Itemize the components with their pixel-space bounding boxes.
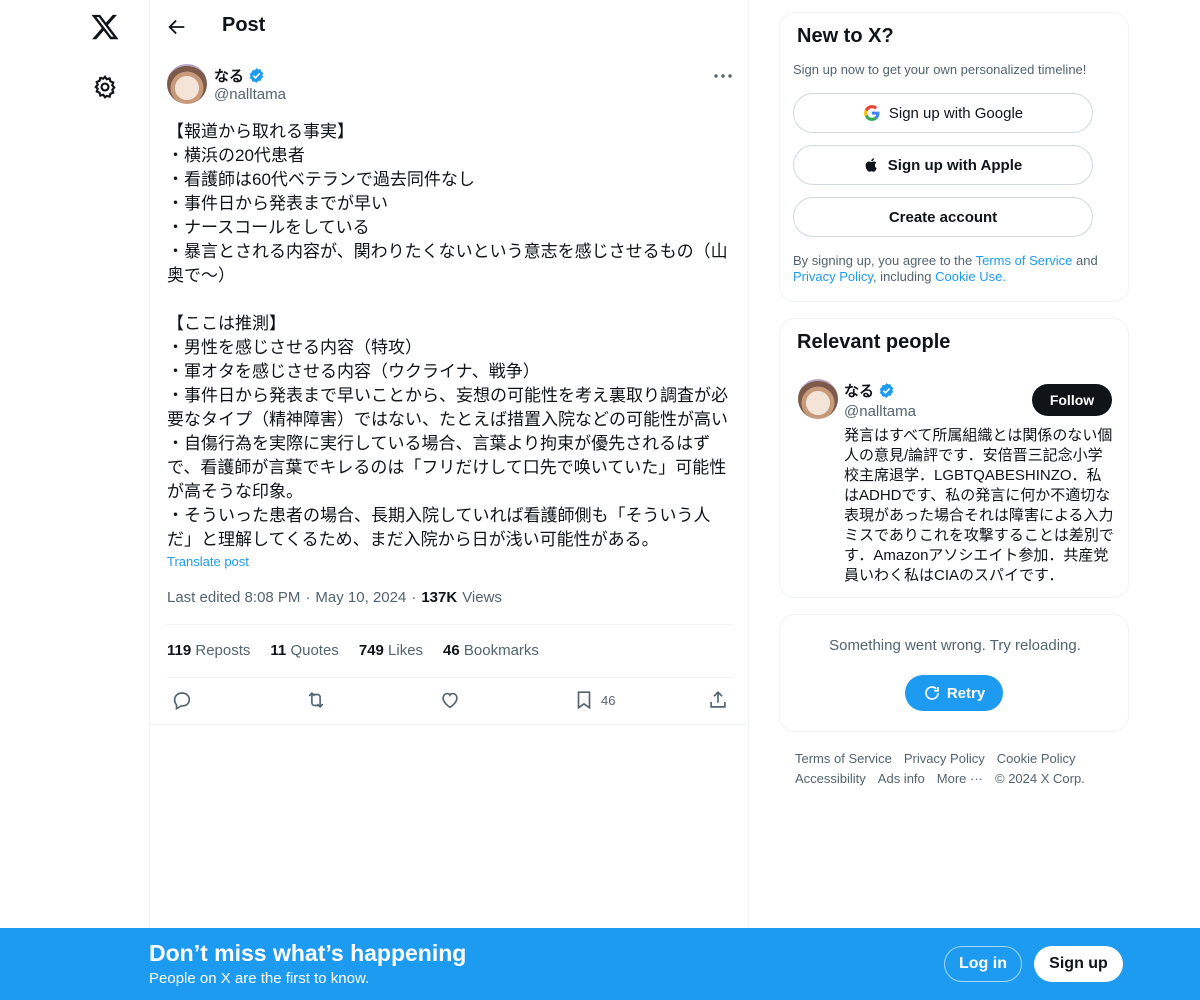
divider <box>150 724 748 725</box>
footer-accessibility-link[interactable]: Accessibility <box>795 771 866 786</box>
relevant-handle[interactable]: @nalltama <box>844 403 916 420</box>
repost-button[interactable] <box>305 688 327 712</box>
retry-label: Retry <box>946 684 986 702</box>
footer-cookie-link[interactable]: Cookie Policy <box>997 751 1076 766</box>
bookmark-count: 46 <box>601 692 616 708</box>
likes-stat[interactable]: 749 Likes <box>359 642 423 659</box>
bottom-banner: Don’t miss what’s happening People on X … <box>0 928 1200 1000</box>
footer-terms-link[interactable]: Terms of Service <box>795 751 892 766</box>
post-text: 【報道から取れる事実】 ・横浜の20代患者 ・看護師は60代ベテランで過去同件な… <box>167 122 728 549</box>
back-arrow-icon[interactable] <box>166 16 188 38</box>
action-bar: 46 <box>167 688 733 714</box>
reply-button[interactable] <box>171 688 193 712</box>
verified-badge-icon <box>879 383 894 398</box>
main-column: Post なる @nalltama 【報道から取れる事実】 ・横浜の20代患者 … <box>149 0 749 1000</box>
apple-icon <box>865 158 877 172</box>
refresh-icon <box>925 686 939 700</box>
meta-dot: · <box>305 589 311 606</box>
relevant-people-card: Relevant people なる @nalltama Follow 発言はす… <box>779 318 1129 598</box>
views-count: 137K <box>421 589 458 606</box>
bookmark-button[interactable]: 46 <box>573 688 615 712</box>
post-date[interactable]: May 10, 2024 <box>315 589 406 606</box>
relevant-title: Relevant people <box>797 331 951 353</box>
reposts-stat[interactable]: 119 Reposts <box>167 642 250 659</box>
page-title: Post <box>222 14 266 36</box>
like-button[interactable] <box>439 688 461 712</box>
banner-title: Don’t miss what’s happening <box>149 940 467 966</box>
banner-subtitle: People on X are the first to know. <box>149 970 370 987</box>
apple-signup-button[interactable]: Sign up with Apple <box>793 145 1093 185</box>
engagement-stats: 119 Reposts 11 Quotes 749 Likes 46 Bookm… <box>167 642 539 659</box>
author-avatar[interactable] <box>167 64 207 104</box>
verified-badge-icon <box>249 68 264 83</box>
author-name[interactable]: なる <box>214 65 244 86</box>
relevant-bio: 発言はすべて所属組織とは関係のない個人の意見/論評です．安倍晋三記念小学校主席退… <box>844 427 1114 584</box>
relevant-avatar[interactable] <box>798 379 838 419</box>
repost-icon <box>308 691 324 709</box>
divider <box>167 677 733 678</box>
author-handle[interactable]: @nalltama <box>214 86 286 103</box>
x-logo-icon[interactable] <box>90 12 120 42</box>
relevant-name[interactable]: なる <box>844 380 874 401</box>
bookmarks-stat[interactable]: 46 Bookmarks <box>443 642 539 659</box>
signup-subtitle: Sign up now to get your own personalized… <box>793 62 1087 77</box>
footer-more-link[interactable]: More ··· <box>937 771 983 786</box>
signup-button[interactable]: Sign up <box>1034 946 1123 982</box>
more-options-icon[interactable] <box>712 68 734 84</box>
login-button[interactable]: Log in <box>944 946 1022 982</box>
footer-links: Terms of Service Privacy Policy Cookie Pol… <box>795 749 1115 789</box>
terms-link[interactable]: Terms of Service <box>976 253 1073 268</box>
error-message: Something went wrong. Try reloading. <box>829 637 1081 654</box>
edited-time[interactable]: Last edited 8:08 PM <box>167 589 300 606</box>
quotes-stat[interactable]: 11 Quotes <box>270 642 338 659</box>
google-icon <box>863 105 880 121</box>
create-account-button[interactable]: Create account <box>793 197 1093 237</box>
privacy-link[interactable]: Privacy Policy <box>793 269 873 284</box>
footer-copyright: © 2024 X Corp. <box>995 771 1085 786</box>
reply-icon <box>173 692 191 711</box>
signup-legal-text: By signing up, you agree to the Terms of… <box>793 253 1098 284</box>
footer-ads-link[interactable]: Ads info <box>878 771 925 786</box>
create-account-label: Create account <box>888 208 998 226</box>
meta-dot: · <box>411 589 417 606</box>
heart-icon <box>442 692 458 709</box>
retry-button[interactable]: Retry <box>905 675 1003 711</box>
post-meta: Last edited 8:08 PM · May 10, 2024 · 137… <box>167 589 502 606</box>
signup-card: New to X? Sign up now to get your own pe… <box>779 12 1129 302</box>
bookmark-icon <box>577 691 591 710</box>
share-icon <box>710 691 726 708</box>
google-signup-label: Sign up with Google <box>888 104 1024 122</box>
translate-post-link[interactable]: Translate post <box>167 554 249 569</box>
top-bar: Post <box>150 0 750 53</box>
follow-button[interactable]: Follow <box>1032 384 1112 416</box>
share-button[interactable] <box>707 688 729 712</box>
footer-privacy-link[interactable]: Privacy Policy <box>904 751 985 766</box>
left-nav <box>0 0 150 1000</box>
google-signup-button[interactable]: Sign up with Google <box>793 93 1093 133</box>
divider <box>167 624 733 625</box>
relevant-name-row[interactable]: なる <box>844 380 895 401</box>
apple-signup-label: Sign up with Apple <box>887 156 1023 174</box>
author-name-row[interactable]: なる <box>214 65 265 86</box>
signup-title: New to X? <box>797 25 894 47</box>
cookie-use-link[interactable]: Cookie Use. <box>935 269 1006 284</box>
views-label: Views <box>462 589 502 606</box>
error-card: Something went wrong. Try reloading. Ret… <box>779 614 1129 732</box>
gear-icon[interactable] <box>92 74 118 100</box>
